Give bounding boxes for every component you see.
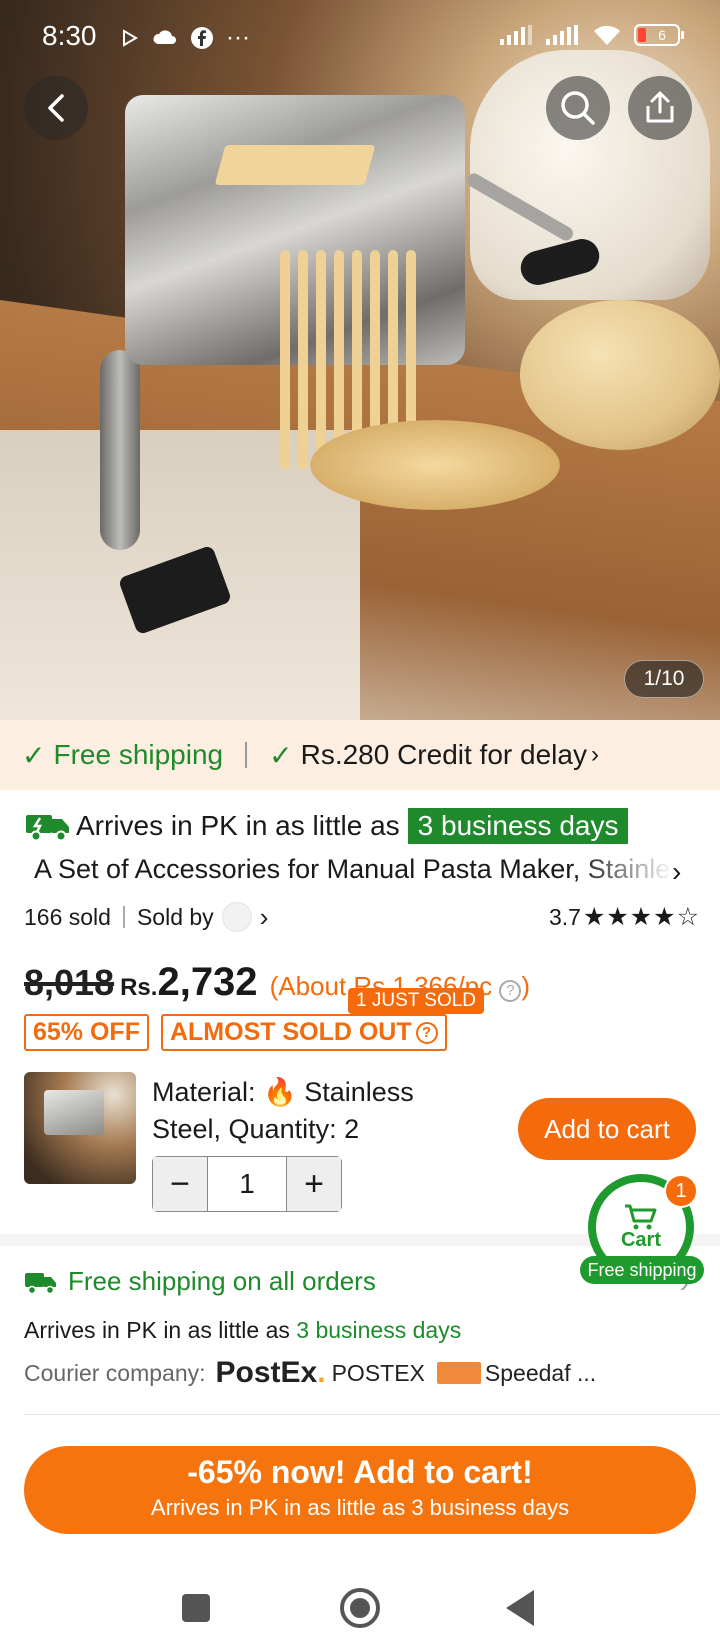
rating[interactable]: 3.7 ★★★★☆ bbox=[549, 902, 700, 932]
sold-by-label[interactable]: Sold by bbox=[137, 904, 214, 931]
courier-row: Courier company: PostEx. POSTEX Speedaf … bbox=[24, 1356, 700, 1390]
quantity-value[interactable]: 1 bbox=[207, 1157, 287, 1211]
shipping-arrival-days: 3 business days bbox=[296, 1317, 462, 1343]
shipping-header-text: Free shipping on all orders bbox=[68, 1266, 376, 1296]
rating-value: 3.7 bbox=[548, 903, 581, 930]
postex-logo-text: PostEx bbox=[215, 1356, 318, 1389]
courier-postex: POSTEX bbox=[331, 1359, 425, 1386]
postex-logo-dot: . bbox=[317, 1356, 326, 1389]
currency-symbol: Rs. bbox=[120, 974, 158, 1001]
check-icon: ✓ bbox=[22, 739, 46, 771]
help-icon: ? bbox=[415, 1021, 438, 1044]
share-icon bbox=[646, 91, 674, 123]
credit-label: Rs.280 Credit for delay bbox=[300, 739, 587, 770]
dough-ball bbox=[520, 300, 720, 450]
sales-row: 166 sold Sold by › 3.7 ★★★★☆ bbox=[24, 902, 700, 932]
cloud-icon bbox=[153, 30, 176, 44]
product-title[interactable]: A Set of Accessories for Manual Pasta Ma… bbox=[34, 854, 674, 885]
share-button[interactable] bbox=[628, 76, 692, 140]
chevron-right-icon[interactable]: › bbox=[260, 902, 269, 933]
chevron-left-icon bbox=[48, 94, 64, 122]
chevron-right-icon: › bbox=[590, 741, 599, 768]
variant-label-prefix: Material: bbox=[152, 1077, 256, 1107]
original-price: 8,018 bbox=[24, 962, 115, 1003]
arrival-days-badge: 3 business days bbox=[407, 808, 629, 844]
product-image[interactable] bbox=[0, 0, 720, 720]
add-to-cart-button[interactable]: Add to cart bbox=[518, 1098, 696, 1160]
arrival-info: Arrives in PK in as little as 3 business… bbox=[24, 808, 629, 844]
cta-sub-text: Arrives in PK in as little as 3 business… bbox=[150, 1495, 570, 1520]
arrival-text: Arrives in PK in as little as bbox=[76, 810, 400, 841]
battery-icon: 6 bbox=[634, 24, 684, 46]
courier-speedaf: Speedaf ... bbox=[484, 1359, 597, 1386]
signal-icon-2 bbox=[546, 25, 578, 45]
decrease-button[interactable]: − bbox=[153, 1157, 207, 1211]
home-button[interactable] bbox=[340, 1588, 380, 1628]
star-rating-icon: ★★★★☆ bbox=[582, 903, 700, 931]
per-piece-close: ) bbox=[521, 971, 531, 1001]
promo-strip[interactable]: ✓ Free shipping ✓ Rs.280 Credit for dela… bbox=[0, 720, 720, 790]
more-notifications-icon: ··· bbox=[226, 24, 250, 51]
cart-free-shipping: Free shipping bbox=[580, 1256, 704, 1284]
cart-label: Cart bbox=[620, 1228, 661, 1251]
seller-logo[interactable] bbox=[221, 902, 252, 932]
stock-tag[interactable]: ALMOST SOLD OUT? bbox=[160, 1014, 447, 1051]
quantity-stepper: − 1 + bbox=[152, 1156, 342, 1212]
status-time: 8:30 bbox=[42, 20, 97, 51]
sold-count: 166 sold bbox=[24, 903, 111, 930]
system-icons: 6 bbox=[500, 24, 684, 46]
courier-label: Courier company: bbox=[24, 1359, 206, 1386]
wifi-icon bbox=[594, 25, 620, 45]
bottom-add-to-cart-button[interactable]: -65% now! Add to cart! Arrives in PK in … bbox=[24, 1446, 696, 1534]
shipping-arrival: Arrives in PK in as little as 3 business… bbox=[24, 1317, 700, 1344]
chevron-right-icon[interactable]: › bbox=[672, 856, 681, 888]
play-store-icon bbox=[123, 29, 138, 47]
promo-divider bbox=[245, 742, 248, 768]
free-shipping-label: Free shipping bbox=[53, 739, 224, 770]
current-price: 2,732 bbox=[157, 960, 258, 1004]
variant-thumbnail[interactable] bbox=[24, 1072, 136, 1184]
help-icon: ? bbox=[499, 979, 522, 1002]
system-nav-bar bbox=[0, 1552, 720, 1640]
tag-row: 65% OFF ALMOST SOLD OUT? bbox=[24, 1014, 447, 1051]
increase-button[interactable]: + bbox=[287, 1157, 341, 1211]
cart-count-badge: 1 bbox=[664, 1174, 698, 1208]
discount-tag: 65% OFF bbox=[24, 1014, 149, 1051]
machine-clamp bbox=[100, 350, 140, 550]
search-icon bbox=[561, 91, 595, 125]
floating-cart-button[interactable]: Cart 1 Free shipping bbox=[580, 1174, 704, 1284]
flame-icon: 🔥 bbox=[263, 1077, 297, 1107]
back-nav-button[interactable] bbox=[506, 1590, 534, 1626]
cta-main-text: -65% now! Add to cart! bbox=[187, 1454, 533, 1490]
check-icon: ✓ bbox=[269, 739, 293, 771]
facebook-icon bbox=[191, 27, 213, 49]
postex-logo: PostEx. bbox=[216, 1356, 326, 1390]
fast-truck-icon bbox=[26, 815, 69, 842]
notification-icons: ··· bbox=[120, 24, 250, 52]
speedaf-logo bbox=[436, 1362, 481, 1384]
divider bbox=[24, 1414, 720, 1415]
signal-icon-1 bbox=[500, 25, 532, 45]
divider bbox=[122, 906, 125, 928]
noodles bbox=[270, 250, 560, 510]
variant-label[interactable]: Material: 🔥 Stainless Steel, Quantity: 2 bbox=[152, 1074, 452, 1148]
discount-tag-text: 65% OFF bbox=[33, 1018, 140, 1046]
stock-tag-text: ALMOST SOLD OUT bbox=[169, 1018, 412, 1046]
cart-icon bbox=[625, 1204, 657, 1229]
status-bar: 8:30 ··· 6 bbox=[0, 0, 720, 76]
image-page-counter: 1/10 bbox=[624, 660, 704, 698]
recents-button[interactable] bbox=[182, 1594, 210, 1622]
battery-level: 6 bbox=[658, 27, 666, 43]
search-button[interactable] bbox=[546, 76, 610, 140]
truck-icon bbox=[25, 1272, 56, 1294]
shipping-section[interactable]: Free shipping on all orders Arrives in P… bbox=[24, 1266, 700, 1390]
just-sold-badge: 1 JUST SOLD bbox=[348, 988, 485, 1014]
shipping-arrival-prefix: Arrives in PK in as little as bbox=[24, 1317, 290, 1343]
back-button[interactable] bbox=[24, 76, 88, 140]
